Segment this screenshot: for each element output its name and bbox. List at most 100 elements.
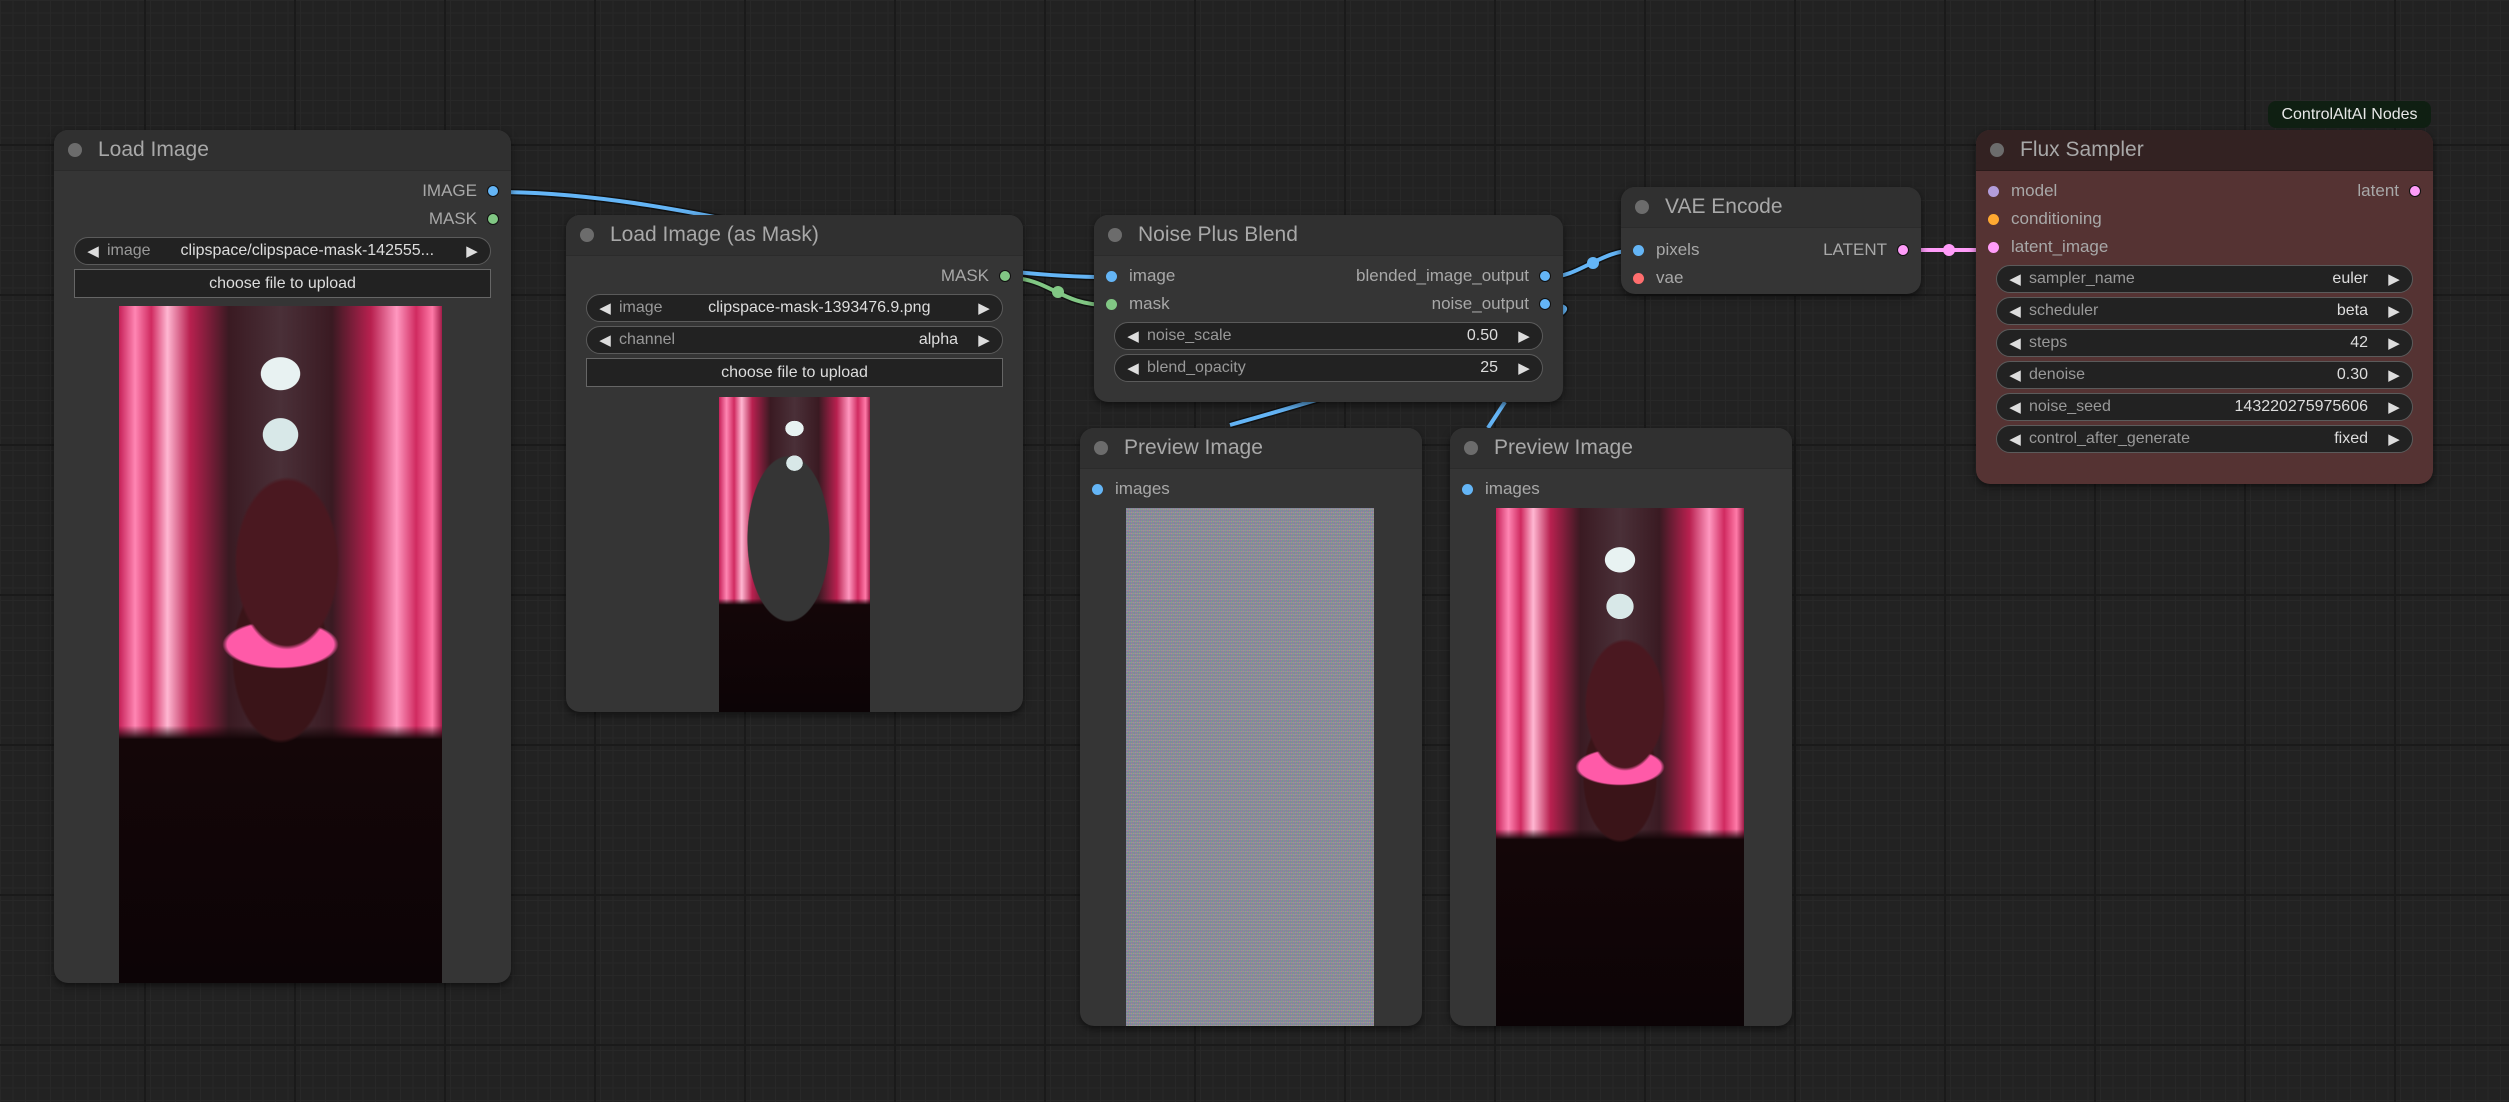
arrow-left-icon[interactable]: ◀ <box>1121 327 1145 345</box>
wire-blend-to-preview2[interactable] <box>1486 400 1507 430</box>
latent-slot-icon[interactable] <box>1897 244 1909 256</box>
input-slot-image[interactable]: image <box>1106 262 1175 290</box>
slot-label: LATENT <box>1823 240 1887 259</box>
image-slot-icon[interactable] <box>1539 298 1551 310</box>
input-slot-images[interactable]: images <box>1092 475 1170 503</box>
collapse-dot-icon[interactable] <box>1464 441 1478 455</box>
arrow-left-icon[interactable]: ◀ <box>2003 430 2027 448</box>
vae-slot-icon[interactable] <box>1633 272 1644 284</box>
arrow-left-icon[interactable]: ◀ <box>81 242 105 260</box>
arrow-right-icon[interactable]: ▶ <box>460 242 484 260</box>
arrow-left-icon[interactable]: ◀ <box>593 331 617 349</box>
noise-scale-widget[interactable]: ◀ noise_scale 0.50 ▶ <box>1114 322 1543 350</box>
mask-slot-icon[interactable] <box>1106 298 1117 310</box>
output-slot-mask[interactable]: MASK <box>54 205 511 233</box>
node-preview-image-noise[interactable]: Preview Image images <box>1080 428 1422 1026</box>
mask-slot-icon[interactable] <box>999 270 1011 282</box>
image-slot-icon[interactable] <box>1462 483 1473 495</box>
channel-combo-widget[interactable]: ◀ channel alpha ▶ <box>586 326 1003 354</box>
image-slot-icon[interactable] <box>1106 270 1117 282</box>
output-slot-image[interactable]: IMAGE <box>54 177 511 205</box>
wire-blend-midpoint[interactable] <box>1587 257 1599 269</box>
control-after-generate-widget[interactable]: ◀ control_after_generate fixed ▶ <box>1996 425 2413 453</box>
arrow-right-icon[interactable]: ▶ <box>2382 334 2406 352</box>
denoise-widget[interactable]: ◀ denoise 0.30 ▶ <box>1996 361 2413 389</box>
arrow-left-icon[interactable]: ◀ <box>1121 359 1145 377</box>
collapse-dot-icon[interactable] <box>68 143 82 157</box>
collapse-dot-icon[interactable] <box>1990 143 2004 157</box>
output-slot-noise[interactable]: noise_output <box>1432 290 1551 318</box>
wire-latent-midpoint[interactable] <box>1943 244 1955 256</box>
output-slot-latent[interactable]: LATENT <box>1823 236 1909 264</box>
image-slot-icon[interactable] <box>1633 244 1644 256</box>
mask-slot-icon[interactable] <box>487 213 499 225</box>
output-slot-mask[interactable]: MASK <box>566 262 1023 290</box>
input-slot-model[interactable]: model <box>1988 177 2057 205</box>
output-slot-blended[interactable]: blended_image_output <box>1356 262 1551 290</box>
input-slot-mask[interactable]: mask <box>1106 290 1170 318</box>
slot-label: images <box>1115 479 1170 498</box>
input-slot-images[interactable]: images <box>1462 475 1540 503</box>
arrow-right-icon[interactable]: ▶ <box>2382 366 2406 384</box>
output-slot-latent[interactable]: latent <box>2357 177 2421 205</box>
model-slot-icon[interactable] <box>1988 185 1999 197</box>
arrow-right-icon[interactable]: ▶ <box>972 299 996 317</box>
node-vae-encode[interactable]: VAE Encode pixels LATENT vae <box>1621 187 1921 294</box>
node-title-bar[interactable]: Preview Image <box>1080 428 1422 469</box>
arrow-right-icon[interactable]: ▶ <box>2382 430 2406 448</box>
widget-label: sampler_name <box>2029 270 2135 287</box>
steps-widget[interactable]: ◀ steps 42 ▶ <box>1996 329 2413 357</box>
widget-value: euler <box>2332 270 2368 287</box>
sampler-name-widget[interactable]: ◀ sampler_name euler ▶ <box>1996 265 2413 293</box>
node-noise-plus-blend[interactable]: Noise Plus Blend image blended_image_out… <box>1094 215 1563 402</box>
arrow-right-icon[interactable]: ▶ <box>1512 327 1536 345</box>
arrow-left-icon[interactable]: ◀ <box>2003 366 2027 384</box>
node-title-bar[interactable]: Load Image (as Mask) <box>566 215 1023 256</box>
node-title-bar[interactable]: Load Image <box>54 130 511 171</box>
slot-row: latent_image <box>1976 233 2433 261</box>
image-slot-icon[interactable] <box>487 185 499 197</box>
latent-slot-icon[interactable] <box>1988 241 1999 253</box>
conditioning-slot-icon[interactable] <box>1988 213 1999 225</box>
wire-mask-midpoint[interactable] <box>1052 286 1064 298</box>
latent-slot-icon[interactable] <box>2409 185 2421 197</box>
input-slot-vae[interactable]: vae <box>1633 264 1683 292</box>
choose-file-button[interactable]: choose file to upload <box>74 269 491 298</box>
widget-label: image <box>107 242 151 259</box>
node-title-bar[interactable]: Flux Sampler <box>1976 130 2433 171</box>
arrow-left-icon[interactable]: ◀ <box>2003 270 2027 288</box>
node-title-bar[interactable]: Preview Image <box>1450 428 1792 469</box>
input-slot-latent-image[interactable]: latent_image <box>1988 233 2108 261</box>
scheduler-widget[interactable]: ◀ scheduler beta ▶ <box>1996 297 2413 325</box>
arrow-left-icon[interactable]: ◀ <box>2003 398 2027 416</box>
input-slot-conditioning[interactable]: conditioning <box>1988 205 2102 233</box>
blend-opacity-widget[interactable]: ◀ blend_opacity 25 ▶ <box>1114 354 1543 382</box>
node-title: VAE Encode <box>1665 195 1783 218</box>
input-slot-pixels[interactable]: pixels <box>1633 236 1699 264</box>
collapse-dot-icon[interactable] <box>1635 200 1649 214</box>
node-load-image[interactable]: Load Image IMAGE MASK ◀ image clipspace/… <box>54 130 511 983</box>
arrow-right-icon[interactable]: ▶ <box>1512 359 1536 377</box>
noise-seed-widget[interactable]: ◀ noise_seed 143220275975606 ▶ <box>1996 393 2413 421</box>
node-title-bar[interactable]: VAE Encode <box>1621 187 1921 228</box>
arrow-right-icon[interactable]: ▶ <box>2382 270 2406 288</box>
arrow-left-icon[interactable]: ◀ <box>2003 334 2027 352</box>
image-slot-icon[interactable] <box>1092 483 1103 495</box>
node-flux-sampler[interactable]: Flux Sampler model latent conditioning l… <box>1976 130 2433 484</box>
choose-file-button[interactable]: choose file to upload <box>586 358 1003 387</box>
node-load-image-mask[interactable]: Load Image (as Mask) MASK ◀ image clipsp… <box>566 215 1023 712</box>
collapse-dot-icon[interactable] <box>1094 441 1108 455</box>
arrow-right-icon[interactable]: ▶ <box>2382 302 2406 320</box>
image-combo-widget[interactable]: ◀ image clipspace/clipspace-mask-142555.… <box>74 237 491 265</box>
node-preview-image-result[interactable]: Preview Image images <box>1450 428 1792 1026</box>
collapse-dot-icon[interactable] <box>1108 228 1122 242</box>
arrow-left-icon[interactable]: ◀ <box>593 299 617 317</box>
image-combo-widget[interactable]: ◀ image clipspace-mask-1393476.9.png ▶ <box>586 294 1003 322</box>
node-title-bar[interactable]: Noise Plus Blend <box>1094 215 1563 256</box>
collapse-dot-icon[interactable] <box>580 228 594 242</box>
arrow-left-icon[interactable]: ◀ <box>2003 302 2027 320</box>
wire-mask-to-blend[interactable] <box>1008 274 1108 309</box>
image-slot-icon[interactable] <box>1539 270 1551 282</box>
arrow-right-icon[interactable]: ▶ <box>972 331 996 349</box>
arrow-right-icon[interactable]: ▶ <box>2382 398 2406 416</box>
